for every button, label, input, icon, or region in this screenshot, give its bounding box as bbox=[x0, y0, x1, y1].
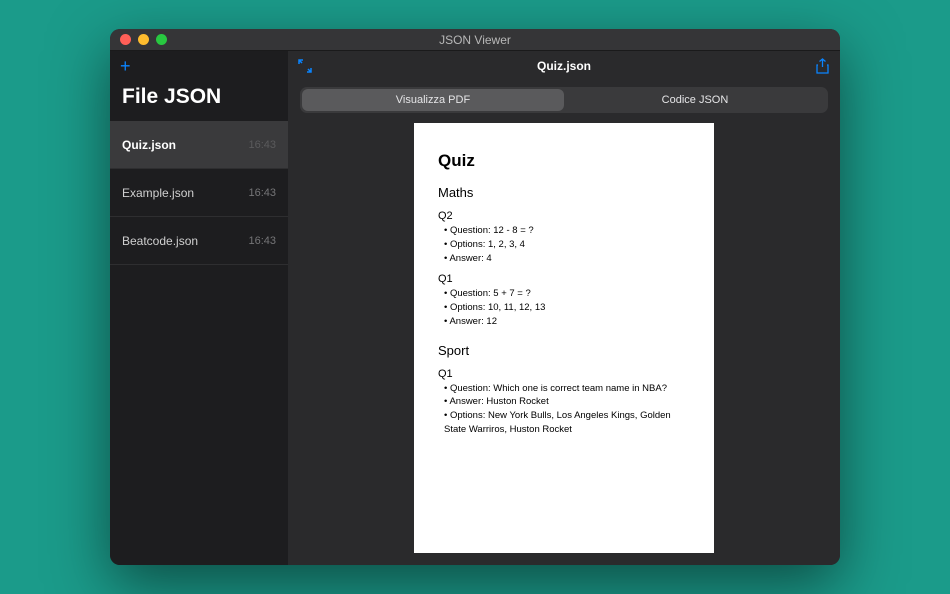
main-toolbar: Quiz.json bbox=[288, 51, 840, 81]
doc-question-id: Q2 bbox=[438, 210, 690, 222]
add-file-icon[interactable]: + bbox=[120, 57, 131, 75]
file-time: 16:43 bbox=[248, 235, 276, 247]
file-item-example[interactable]: Example.json 16:43 bbox=[110, 169, 288, 217]
close-window-button[interactable] bbox=[120, 34, 131, 45]
doc-question-id: Q1 bbox=[438, 273, 690, 285]
doc-title: Quiz bbox=[438, 151, 690, 171]
file-name: Quiz.json bbox=[122, 138, 176, 152]
doc-line: Options: 10, 11, 12, 13 bbox=[438, 301, 690, 315]
file-item-quiz[interactable]: Quiz.json 16:43 bbox=[110, 121, 288, 169]
window-title: JSON Viewer bbox=[110, 33, 840, 47]
pdf-document: Quiz Maths Q2 Question: 12 - 8 = ? Optio… bbox=[414, 123, 714, 553]
doc-question-id: Q1 bbox=[438, 368, 690, 380]
current-file-title: Quiz.json bbox=[288, 59, 840, 73]
sidebar-toolbar: + bbox=[110, 51, 288, 81]
doc-line: Answer: 4 bbox=[438, 252, 690, 266]
doc-section-heading: Maths bbox=[438, 185, 690, 200]
traffic-lights bbox=[120, 34, 167, 45]
file-time: 16:43 bbox=[248, 187, 276, 199]
doc-line: Question: Which one is correct team name… bbox=[438, 382, 690, 396]
maximize-window-button[interactable] bbox=[156, 34, 167, 45]
app-window: JSON Viewer + File JSON Quiz.json 16:43 … bbox=[110, 29, 840, 565]
file-name: Beatcode.json bbox=[122, 234, 198, 248]
file-name: Example.json bbox=[122, 186, 194, 200]
file-time: 16:43 bbox=[248, 139, 276, 151]
tab-json[interactable]: Codice JSON bbox=[564, 89, 826, 111]
titlebar: JSON Viewer bbox=[110, 29, 840, 51]
doc-line: Options: New York Bulls, Los Angeles Kin… bbox=[438, 409, 690, 437]
file-item-beatcode[interactable]: Beatcode.json 16:43 bbox=[110, 217, 288, 265]
doc-section-heading: Sport bbox=[438, 343, 690, 358]
doc-line: Question: 5 + 7 = ? bbox=[438, 287, 690, 301]
main-panel: Quiz.json Visualizza PDF Codice JSON Qui… bbox=[288, 51, 840, 565]
doc-line: Answer: Huston Rocket bbox=[438, 395, 690, 409]
sidebar: + File JSON Quiz.json 16:43 Example.json… bbox=[110, 51, 288, 565]
doc-line: Answer: 12 bbox=[438, 315, 690, 329]
tab-pdf[interactable]: Visualizza PDF bbox=[302, 89, 564, 111]
expand-icon[interactable] bbox=[298, 59, 312, 73]
view-mode-tabs: Visualizza PDF Codice JSON bbox=[300, 87, 828, 113]
doc-line: Options: 1, 2, 3, 4 bbox=[438, 238, 690, 252]
doc-line: Question: 12 - 8 = ? bbox=[438, 224, 690, 238]
content-area: Quiz Maths Q2 Question: 12 - 8 = ? Optio… bbox=[288, 123, 840, 565]
file-list: Quiz.json 16:43 Example.json 16:43 Beatc… bbox=[110, 121, 288, 265]
minimize-window-button[interactable] bbox=[138, 34, 149, 45]
sidebar-header: File JSON bbox=[110, 81, 288, 121]
app-body: + File JSON Quiz.json 16:43 Example.json… bbox=[110, 51, 840, 565]
share-icon[interactable] bbox=[815, 58, 830, 74]
